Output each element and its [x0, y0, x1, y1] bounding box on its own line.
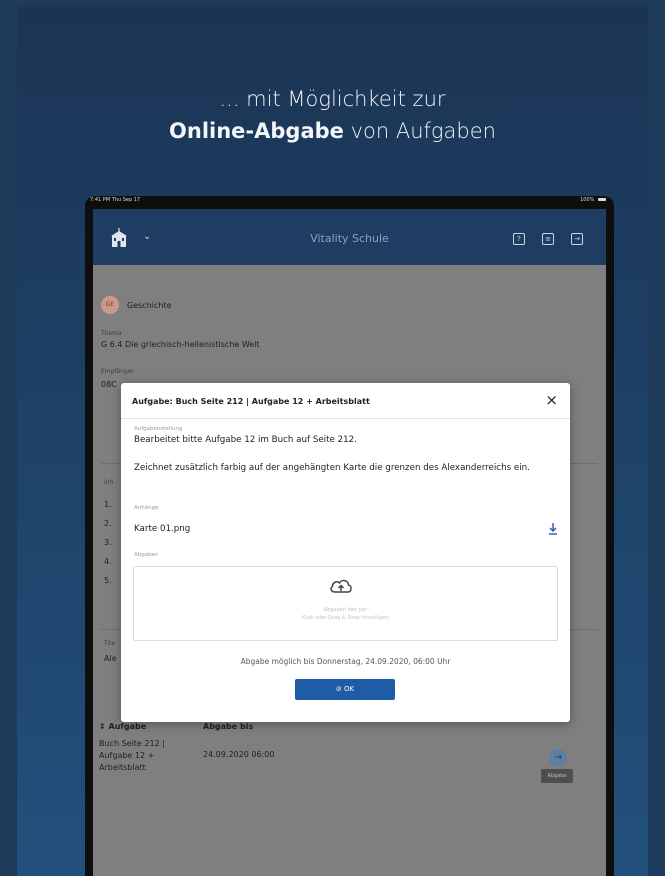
list-number: 3.	[104, 538, 112, 547]
promo-background: ... mit Möglichkeit zur Online-Abgabe vo…	[17, 7, 648, 876]
content-label: Inh	[104, 479, 114, 486]
list-number: 4.	[104, 557, 112, 566]
recipient-label: Empfänger	[101, 368, 135, 375]
attachment-link[interactable]: Karte 01.png	[134, 524, 190, 534]
upload-cloud-icon	[330, 579, 352, 593]
promo-line-2-bold: Online-Abgabe	[169, 119, 344, 143]
tooltip: Abgabe	[541, 769, 573, 783]
task-label: Aufgabenstellung	[134, 426, 183, 432]
recipient-value: 08C	[101, 380, 117, 389]
list-number: 1.	[104, 500, 112, 509]
download-icon[interactable]	[548, 522, 558, 535]
status-bar: 7:41 PM Thu Sep 17 100%	[85, 196, 614, 205]
attachments-label: Anhänge	[134, 505, 159, 511]
promo-line-2-rest: von Aufgaben	[343, 119, 496, 143]
table-header-due: Abgabe bis	[203, 722, 254, 731]
dialog-title: Aufgabe: Buch Seite 212 | Aufgabe 12 + A…	[132, 397, 370, 406]
ok-button-label: OK	[343, 685, 355, 693]
topic-value: G 6.4 Die griechisch-hellenistische Welt	[101, 340, 260, 349]
check-circle-icon: ⊘	[335, 685, 344, 693]
task-dialog: Aufgabe: Buch Seite 212 | Aufgabe 12 + A…	[121, 383, 570, 722]
arrow-right-icon: →	[553, 752, 563, 763]
help-icon[interactable]: ?	[513, 233, 525, 245]
dropzone-hint-1: Abgaben hier per	[323, 607, 368, 613]
battery-icon	[598, 198, 606, 201]
table-row-due: 24.09.2020 06:00	[203, 750, 275, 759]
status-time: 7:41 PM Thu Sep 17	[90, 197, 141, 203]
promo-line-2: Online-Abgabe von Aufgaben	[17, 119, 648, 143]
dropzone-hint-2: Klick oder Drag & Drop hinzufügen	[302, 615, 389, 621]
section2-label: Tite	[104, 640, 116, 647]
app-title: Vitality Schule	[310, 232, 389, 245]
close-icon[interactable]: ×	[545, 392, 558, 408]
sort-icon: ⇕	[99, 722, 109, 731]
ok-button[interactable]: ⊘ OK	[295, 679, 395, 700]
upload-dropzone[interactable]: Abgaben hier per Klick oder Drag & Drop …	[133, 566, 558, 641]
logout-icon[interactable]: →	[571, 233, 583, 245]
document-icon[interactable]: ≡	[542, 233, 554, 245]
table-row-task: Buch Seite 212 | Aufgabe 12 + Arbeitsbla…	[99, 739, 165, 772]
submissions-label: Abgaben	[134, 552, 159, 558]
subject-badge: GE	[101, 296, 119, 314]
section2-value: Ale	[104, 654, 117, 663]
list-number: 2.	[104, 519, 112, 528]
topic-label: Thema	[101, 330, 122, 337]
battery-text: 100%	[580, 197, 595, 203]
status-right: 100%	[580, 197, 606, 203]
promo-line-1: ... mit Möglichkeit zur	[219, 87, 446, 111]
task-line-1: Bearbeitet bitte Aufgabe 12 im Buch auf …	[134, 435, 357, 445]
table-header-task[interactable]: ⇕ Aufgabe	[99, 722, 146, 731]
deadline-text: Abgabe möglich bis Donnerstag, 24.09.202…	[240, 657, 451, 666]
app-screen: ⌄ Vitality Schule ? ≡ → GE Geschichte Th…	[93, 209, 606, 876]
list-number: 5.	[104, 576, 112, 585]
app-bar: ⌄ Vitality Schule ? ≡ →	[93, 209, 606, 265]
task-line-2: Zeichnet zusätzlich farbig auf der angeh…	[134, 463, 530, 473]
subject-name: Geschichte	[127, 301, 172, 310]
tablet-frame: 7:41 PM Thu Sep 17 100% ⌄ Vitality Schul…	[85, 196, 614, 876]
submit-arrow-button[interactable]: →	[549, 749, 567, 767]
divider	[121, 418, 570, 419]
